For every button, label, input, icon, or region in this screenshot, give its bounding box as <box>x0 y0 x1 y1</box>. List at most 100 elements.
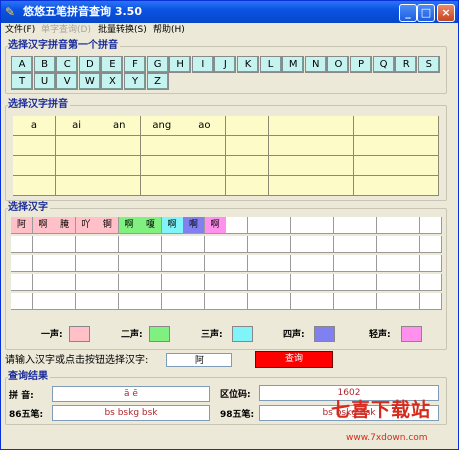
hanzi-cell[interactable] <box>75 293 98 310</box>
pinyin-cell[interactable] <box>268 136 312 156</box>
letter-button-p[interactable]: P <box>350 56 372 73</box>
letter-button-g[interactable]: G <box>146 56 169 73</box>
pinyin-cell[interactable] <box>98 176 142 196</box>
hanzi-cell[interactable] <box>32 293 55 310</box>
pinyin-cell[interactable] <box>13 156 56 176</box>
hanzi-cell[interactable] <box>97 236 119 253</box>
pinyin-cell[interactable] <box>353 136 397 156</box>
pinyin-cell[interactable] <box>183 156 227 176</box>
hanzi-cell[interactable] <box>247 217 270 234</box>
hanzi-cell[interactable] <box>247 236 270 253</box>
hanzi-cell[interactable] <box>312 255 334 272</box>
hanzi-cell[interactable] <box>398 217 420 234</box>
pinyin-cell[interactable]: an <box>98 116 142 136</box>
hanzi-cell[interactable]: 啊 <box>118 217 141 234</box>
hanzi-cell[interactable] <box>398 255 420 272</box>
hanzi-cell[interactable] <box>312 293 334 310</box>
hanzi-cell[interactable] <box>269 236 291 253</box>
hanzi-cell[interactable] <box>183 255 205 272</box>
hanzi-cell[interactable] <box>312 217 334 234</box>
hanzi-cell[interactable] <box>54 274 76 291</box>
hanzi-cell[interactable] <box>140 293 162 310</box>
pinyin-cell[interactable] <box>140 176 184 196</box>
hanzi-cell[interactable] <box>140 255 162 272</box>
letter-button-m[interactable]: M <box>282 56 305 73</box>
hanzi-cell[interactable] <box>75 255 98 272</box>
pinyin-cell[interactable] <box>311 176 355 196</box>
letter-button-j[interactable]: J <box>214 56 237 73</box>
hanzi-cell[interactable] <box>419 255 442 272</box>
letter-button-u[interactable]: U <box>33 73 56 90</box>
hanzi-cell[interactable] <box>140 274 162 291</box>
hanzi-cell[interactable] <box>355 293 377 310</box>
hanzi-cell[interactable] <box>290 255 313 272</box>
hanzi-cell[interactable] <box>269 217 291 234</box>
minimize-button[interactable]: _ <box>399 4 417 22</box>
hanzi-cell[interactable] <box>376 236 399 253</box>
hanzi-cell[interactable] <box>204 293 227 310</box>
hanzi-input[interactable]: 阿 <box>166 353 232 367</box>
hanzi-cell[interactable] <box>376 274 399 291</box>
letter-button-w[interactable]: W <box>78 73 101 90</box>
hanzi-cell[interactable] <box>419 236 442 253</box>
pinyin-cell[interactable] <box>268 156 312 176</box>
hanzi-cell[interactable] <box>333 236 356 253</box>
hanzi-cell[interactable] <box>247 274 270 291</box>
pinyin-cell[interactable] <box>183 176 227 196</box>
letter-button-n[interactable]: N <box>304 56 327 73</box>
hanzi-cell[interactable] <box>118 274 141 291</box>
hanzi-cell[interactable] <box>376 293 399 310</box>
menu-single-query[interactable]: 单字查询(D) <box>41 24 91 36</box>
pinyin-cell[interactable] <box>13 176 56 196</box>
pinyin-cell[interactable]: a <box>13 116 56 136</box>
pinyin-cell[interactable] <box>140 136 184 156</box>
pinyin-cell[interactable] <box>396 136 440 156</box>
hanzi-cell[interactable] <box>419 217 442 234</box>
hanzi-cell[interactable] <box>226 236 248 253</box>
letter-button-h[interactable]: H <box>169 56 192 73</box>
letter-button-o[interactable]: O <box>327 56 350 73</box>
pinyin-cell[interactable] <box>13 136 56 156</box>
hanzi-cell[interactable]: 锕 <box>97 217 119 234</box>
hanzi-cell[interactable] <box>97 255 119 272</box>
hanzi-cell[interactable] <box>355 236 377 253</box>
hanzi-cell[interactable] <box>75 236 98 253</box>
hanzi-cell[interactable] <box>226 255 248 272</box>
pinyin-cell[interactable] <box>226 116 269 136</box>
pinyin-cell[interactable] <box>353 176 397 196</box>
menu-file[interactable]: 文件(F) <box>5 24 35 36</box>
letter-button-y[interactable]: Y <box>124 73 146 90</box>
letter-button-x[interactable]: X <box>101 73 124 90</box>
hanzi-cell[interactable] <box>11 274 33 291</box>
hanzi-cell[interactable]: 啊 <box>204 217 227 234</box>
letter-button-e[interactable]: E <box>101 56 124 73</box>
pinyin-cell[interactable] <box>268 116 312 136</box>
wb86-value[interactable]: bs bskg bsk <box>52 405 210 421</box>
hanzi-cell[interactable] <box>183 293 205 310</box>
letter-button-k[interactable]: K <box>237 56 259 73</box>
hanzi-cell[interactable] <box>161 236 184 253</box>
hanzi-cell[interactable] <box>226 217 248 234</box>
pinyin-cell[interactable] <box>353 116 397 136</box>
letter-button-a[interactable]: A <box>11 56 33 73</box>
hanzi-cell[interactable] <box>226 293 248 310</box>
letter-button-i[interactable]: I <box>191 56 214 73</box>
pinyin-cell[interactable] <box>183 136 227 156</box>
pinyin-cell[interactable] <box>396 116 440 136</box>
pinyin-cell[interactable] <box>55 136 99 156</box>
hanzi-cell[interactable] <box>32 236 55 253</box>
pinyin-cell[interactable] <box>55 156 99 176</box>
pinyin-cell[interactable] <box>226 136 269 156</box>
hanzi-cell[interactable]: 腌 <box>54 217 76 234</box>
pinyin-cell[interactable] <box>140 156 184 176</box>
pinyin-cell[interactable] <box>311 156 355 176</box>
letter-button-l[interactable]: L <box>259 56 282 73</box>
letter-button-q[interactable]: Q <box>372 56 395 73</box>
hanzi-cell[interactable] <box>355 274 377 291</box>
pinyin-cell[interactable] <box>55 176 99 196</box>
hanzi-cell[interactable] <box>97 293 119 310</box>
pinyin-cell[interactable] <box>311 136 355 156</box>
hanzi-cell[interactable] <box>54 293 76 310</box>
hanzi-cell[interactable] <box>290 274 313 291</box>
hanzi-cell[interactable] <box>333 217 356 234</box>
